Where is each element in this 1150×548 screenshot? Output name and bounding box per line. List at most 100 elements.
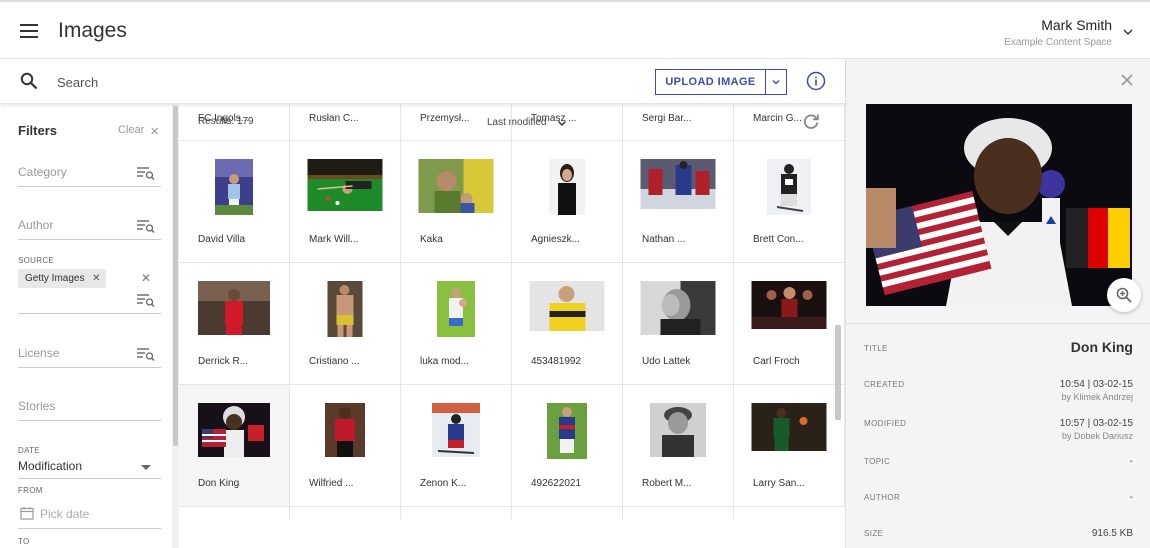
size-label: SIZE (864, 529, 884, 538)
dropdown-arrow-icon (141, 465, 151, 470)
image-card[interactable]: Marcin G... (734, 104, 845, 141)
source-filter[interactable] (18, 286, 161, 314)
filter-list-icon[interactable] (137, 293, 155, 307)
created-label: CREATED (864, 380, 905, 389)
close-icon[interactable]: ✕ (150, 125, 159, 138)
author-filter[interactable]: Author (18, 212, 161, 240)
upload-image-button[interactable]: UPLOAD IMAGE (655, 69, 766, 95)
license-filter[interactable]: License (18, 340, 161, 368)
image-card-label: Zenon K... (420, 478, 467, 489)
menu-icon[interactable] (20, 24, 38, 38)
image-card[interactable]: Kaka (401, 141, 512, 263)
image-card-label: Udo Lattek (642, 356, 691, 367)
image-card[interactable]: Przemysł... (401, 104, 512, 141)
image-grid-row: Derrick R... Cristiano ... luka mod... 4… (179, 263, 845, 385)
image-card[interactable]: 492622021 (512, 385, 623, 507)
image-card[interactable]: Udo Lattek (623, 263, 734, 385)
image-card[interactable]: Nathan ... (623, 141, 734, 263)
image-card[interactable]: Brett Con... (734, 141, 845, 263)
cell-divider (733, 507, 734, 519)
image-card[interactable]: Carl Froch (734, 263, 845, 385)
to-caption: TO (18, 537, 30, 546)
top-bar: Images Mark Smith Example Content Space (0, 0, 1150, 59)
image-card[interactable]: David Villa (179, 141, 290, 263)
image-thumbnail (418, 159, 494, 213)
image-card-label: David Villa (198, 234, 246, 245)
author-label: Author (18, 218, 54, 232)
image-thumbnail (437, 281, 475, 337)
zoom-in-icon (1116, 287, 1132, 303)
image-card-label: Tomasz ... (531, 113, 577, 124)
image-grid-area: Results: 179 Last modified FC Ingols... … (179, 104, 845, 548)
image-card[interactable]: Sergi Bar... (623, 104, 734, 141)
pick-date-placeholder: Pick date (40, 507, 90, 521)
chevron-down-icon[interactable] (1122, 26, 1134, 38)
image-thumbnail (198, 403, 270, 457)
image-card-label: 492622021 (531, 478, 582, 489)
search-icon[interactable] (20, 72, 38, 90)
image-thumbnail (650, 403, 706, 457)
image-card[interactable]: Agnieszk... (512, 141, 623, 263)
image-card-label: Wilfried ... (309, 478, 354, 489)
user-name[interactable]: Mark Smith (1041, 17, 1112, 33)
image-thumbnail (751, 281, 827, 329)
created-value: 10:54 | 03-02-15 (1059, 379, 1133, 390)
image-card[interactable]: Mark Will... (290, 141, 401, 263)
image-thumbnail (215, 159, 253, 215)
image-preview (866, 104, 1132, 306)
clear-filters-button[interactable]: Clear (118, 124, 144, 136)
image-thumbnail (640, 281, 716, 335)
image-grid-row-partial: FC Ingols... Rusłan C... Przemysł... Tom… (179, 104, 845, 141)
image-card[interactable]: Wilfried ... (290, 385, 401, 507)
image-grid-row: Don King Wilfried ... Zenon K... 4926220… (179, 385, 845, 507)
image-card[interactable]: 453481992 (512, 263, 623, 385)
filters-panel: Filters Clear ✕ Category Author SOURCE G… (0, 104, 172, 548)
image-grid-row-partial (179, 507, 845, 519)
from-date-picker[interactable]: Pick date (18, 502, 161, 529)
image-card[interactable]: Larry San... (734, 385, 845, 507)
modified-by: by Dobek Dariusz (1061, 431, 1133, 441)
image-card-selected[interactable]: Don King (179, 385, 290, 507)
image-card-label: Sergi Bar... (642, 113, 692, 124)
chevron-down-icon (772, 80, 780, 85)
image-thumbnail (529, 281, 605, 331)
close-icon[interactable]: ✕ (141, 271, 151, 285)
scrollbar-thumb[interactable] (173, 106, 178, 446)
grid-scrollbar-thumb[interactable] (835, 325, 841, 420)
image-card[interactable]: Tomasz ... (512, 104, 623, 141)
stories-label: Stories (18, 399, 56, 413)
image-card[interactable]: Cristiano ... (290, 263, 401, 385)
search-input[interactable] (57, 72, 617, 92)
cell-divider (400, 507, 401, 519)
image-thumbnail (325, 403, 365, 457)
author-value: - (1129, 492, 1133, 503)
image-card-label: Mark Will... (309, 234, 359, 245)
calendar-icon (20, 507, 34, 520)
date-type-select[interactable]: Modification (18, 454, 161, 479)
upload-options-button[interactable] (765, 69, 787, 95)
image-thumbnail (432, 403, 480, 457)
image-card-label: Marcin G... (753, 113, 802, 124)
filter-list-icon[interactable] (137, 347, 155, 361)
zoom-button[interactable] (1107, 278, 1141, 312)
category-filter[interactable]: Category (18, 159, 161, 187)
info-icon[interactable] (806, 71, 826, 91)
filters-scrollbar[interactable] (172, 104, 179, 548)
close-icon[interactable] (1119, 72, 1135, 88)
image-card[interactable]: FC Ingols... (179, 104, 290, 141)
image-card[interactable]: Robert M... (623, 385, 734, 507)
filter-list-icon[interactable] (137, 166, 155, 180)
image-card-label: Larry San... (753, 478, 805, 489)
image-title: Don King (1070, 339, 1133, 355)
image-grid-row: David Villa Mark Will... Kaka Agnieszk..… (179, 141, 845, 263)
filter-list-icon[interactable] (137, 219, 155, 233)
user-content-space: Example Content Space (1004, 37, 1112, 48)
modified-label: MODIFIED (864, 419, 907, 428)
image-card[interactable]: Zenon K... (401, 385, 512, 507)
image-thumbnail (547, 403, 587, 459)
stories-filter[interactable]: Stories (18, 393, 161, 421)
image-card[interactable]: Rusłan C... (290, 104, 401, 141)
image-card-label: luka mod... (420, 356, 469, 367)
image-card[interactable]: luka mod... (401, 263, 512, 385)
image-card[interactable]: Derrick R... (179, 263, 290, 385)
